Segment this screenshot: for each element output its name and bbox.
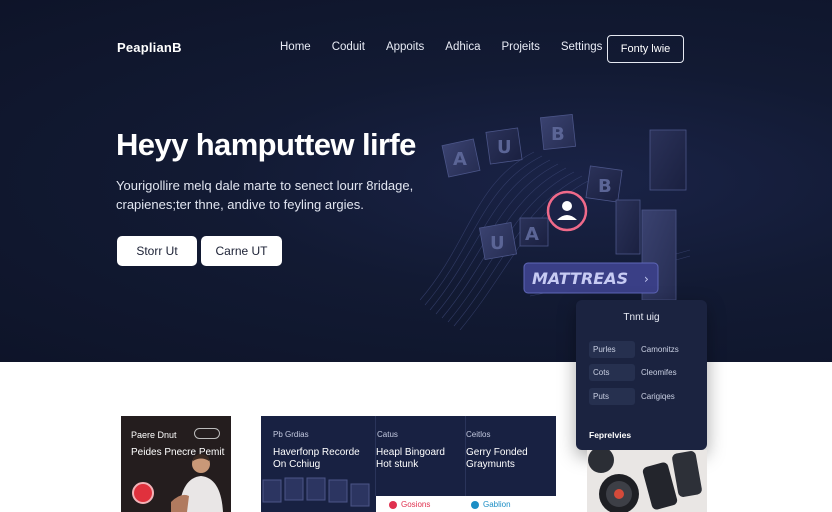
profile-card[interactable]: Paere Dnut Peides Pnecre Pemit: [121, 416, 231, 512]
person-photo: [171, 454, 223, 512]
hero-headline: Heyy hamputtew lirfe: [116, 127, 416, 162]
feature-text: Gerry Fonded Graymunts: [466, 447, 528, 470]
feature-label: Ceitlos: [466, 430, 491, 439]
cube-letter: A: [453, 149, 467, 170]
pink-dot-icon: [389, 500, 397, 509]
panel-value: Cleomifes: [641, 368, 677, 377]
hero-illustration: A U B U A B MATTREAS ›: [420, 113, 691, 330]
svg-text:›: ›: [644, 272, 649, 286]
brand-logo[interactable]: PeaplianB: [117, 40, 182, 55]
panel-row[interactable]: Purles Camonitzs: [589, 341, 679, 358]
user-avatar-icon[interactable]: [546, 190, 588, 232]
panel-row[interactable]: Cots Cleomifes: [589, 364, 677, 381]
blue-dot-icon: [471, 500, 479, 509]
footer-item[interactable]: Gablion: [471, 500, 511, 509]
devices-photo: [587, 450, 707, 512]
footer-item-label: Gablion: [483, 500, 511, 509]
nav-adhica[interactable]: Adhica: [445, 41, 480, 53]
header-cta-button[interactable]: Fonty lwie: [607, 35, 684, 63]
feature-text: Heapl Bingoard Hot stunk: [376, 447, 445, 470]
nav-home[interactable]: Home: [280, 41, 311, 53]
panel-chip[interactable]: Cots: [589, 364, 635, 381]
settings-panel: Tnnt uig Purles Camonitzs Cots Cleomifes…: [576, 300, 707, 450]
feature-label: Pb Grdias: [273, 430, 309, 439]
feature-column[interactable]: Ceitlos Gerry Fonded Graymunts: [466, 416, 556, 496]
footer-item-label: Gosions: [401, 500, 431, 509]
panel-value: Camonitzs: [641, 345, 679, 354]
panel-chip[interactable]: Purles: [589, 341, 635, 358]
cube-letter: U: [490, 233, 505, 254]
toggle-pill[interactable]: [194, 428, 220, 439]
primary-button[interactable]: Storr Ut: [117, 236, 197, 266]
feature-text: Haverfonp Recorde On Cchiug: [273, 447, 360, 470]
nav-settings[interactable]: Settings: [561, 41, 603, 53]
panel-row[interactable]: Puts Carigiqes: [589, 388, 675, 405]
footer-item[interactable]: Gosions: [389, 500, 430, 509]
cube-letter: U: [497, 137, 512, 158]
cube-letter: A: [525, 224, 539, 245]
panel-value: Carigiqes: [641, 392, 675, 401]
feature-column[interactable]: Pb Grdias Haverfonp Recorde On Cchiug: [261, 416, 376, 507]
nav-projeits[interactable]: Projeits: [501, 41, 539, 53]
panel-footer-link[interactable]: Feprelvies: [589, 430, 631, 440]
cube-letter: B: [551, 124, 565, 145]
devices-illustration: [588, 450, 702, 512]
features-card: Pb Grdias Haverfonp Recorde On Cchiug Ca…: [261, 416, 556, 512]
mattreas-badge[interactable]: MATTREAS ›: [523, 262, 659, 294]
main-nav: Home Coduit Appoits Adhica Projeits Sett…: [280, 41, 623, 53]
feature-label: Catus: [377, 430, 398, 439]
nav-appoits[interactable]: Appoits: [386, 41, 424, 53]
panel-chip[interactable]: Puts: [589, 388, 635, 405]
record-button[interactable]: [132, 482, 154, 504]
svg-text:MATTREAS: MATTREAS: [532, 269, 628, 288]
cube-letter: B: [598, 176, 612, 197]
hero-subline: Yourigollire melq dale marte to senect l…: [116, 178, 414, 212]
panel-title: Tnnt uig: [623, 312, 660, 323]
cubes-thumbnail: [262, 477, 370, 507]
nav-coduit[interactable]: Coduit: [332, 41, 365, 53]
secondary-button[interactable]: Carne UT: [201, 236, 282, 266]
hero-section: PeaplianB Home Coduit Appoits Adhica Pro…: [0, 0, 832, 362]
card-label: Paere Dnut: [131, 430, 177, 440]
feature-column[interactable]: Catus Heapl Bingoard Hot stunk: [376, 416, 466, 496]
